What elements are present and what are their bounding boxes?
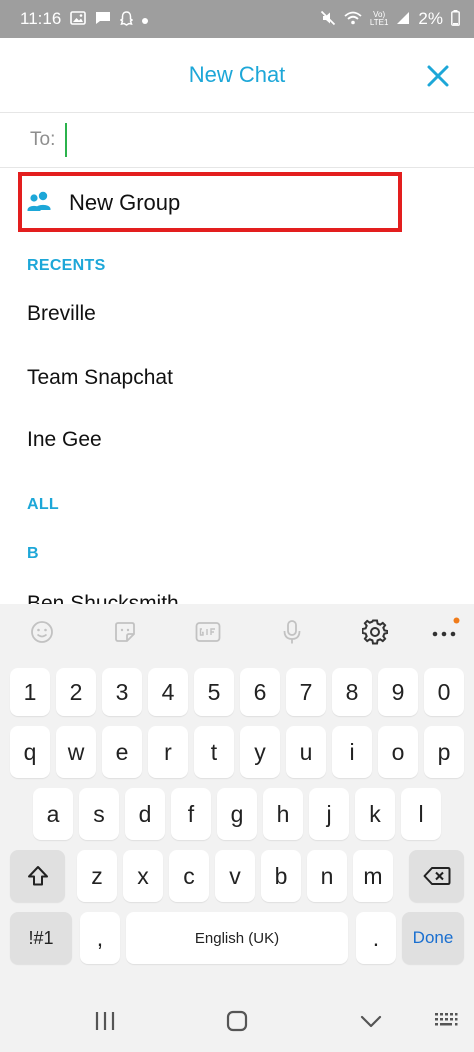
status-bar: 11:16 Vo) LTE1 2% — [0, 0, 474, 38]
key-3[interactable]: 3 — [102, 668, 142, 716]
more-icon — [432, 617, 460, 637]
voice-input-button[interactable] — [277, 617, 307, 647]
key-x[interactable]: x — [123, 850, 163, 902]
keyboard-icon — [435, 1013, 458, 1026]
header: New Chat — [0, 38, 474, 112]
period-key[interactable]: . — [356, 912, 396, 964]
key-u[interactable]: u — [286, 726, 326, 778]
snapchat-ghost-icon — [119, 10, 134, 28]
key-d[interactable]: d — [125, 788, 165, 840]
to-row: To: — [0, 113, 474, 167]
to-label: To: — [30, 129, 56, 150]
key-h[interactable]: h — [263, 788, 303, 840]
close-icon — [427, 65, 449, 87]
key-8[interactable]: 8 — [332, 668, 372, 716]
microphone-icon — [283, 620, 301, 644]
key-s[interactable]: s — [79, 788, 119, 840]
close-button[interactable] — [424, 62, 452, 90]
sticker-icon — [115, 622, 135, 642]
new-group-label: New Group — [69, 190, 181, 215]
home-icon — [226, 1010, 248, 1032]
key-m[interactable]: m — [353, 850, 393, 902]
key-o[interactable]: o — [378, 726, 418, 778]
sticker-button[interactable] — [110, 617, 140, 647]
key-4[interactable]: 4 — [148, 668, 188, 716]
key-q[interactable]: q — [10, 726, 50, 778]
done-key[interactable]: Done — [402, 912, 464, 964]
recent-apps-icon — [95, 1012, 115, 1030]
contact-item[interactable]: Team Snapchat — [27, 366, 173, 390]
notification-dot-icon — [142, 12, 149, 26]
backspace-key[interactable] — [409, 850, 464, 902]
key-b[interactable]: b — [261, 850, 301, 902]
key-9[interactable]: 9 — [378, 668, 418, 716]
emoji-icon — [31, 621, 53, 643]
gif-icon — [195, 622, 221, 642]
key-z[interactable]: z — [77, 850, 117, 902]
key-l[interactable]: l — [401, 788, 441, 840]
keyboard-toolbar — [0, 604, 474, 660]
network-type: Vo) LTE1 — [370, 11, 389, 27]
navigation-bar — [0, 996, 474, 1052]
key-g[interactable]: g — [217, 788, 257, 840]
key-y[interactable]: y — [240, 726, 280, 778]
keyboard-switch-button[interactable] — [434, 1010, 458, 1032]
backspace-icon — [423, 867, 450, 885]
contact-item[interactable]: Breville — [27, 302, 96, 326]
new-group-button[interactable]: New Group — [18, 172, 402, 232]
emoji-button[interactable] — [27, 617, 57, 647]
page-title: New Chat — [188, 62, 286, 87]
home-button[interactable] — [226, 1010, 248, 1032]
key-r[interactable]: r — [148, 726, 188, 778]
key-k[interactable]: k — [355, 788, 395, 840]
mute-icon — [320, 10, 336, 28]
key-c[interactable]: c — [169, 850, 209, 902]
wifi-icon — [344, 11, 362, 27]
key-t[interactable]: t — [194, 726, 234, 778]
key-n[interactable]: n — [307, 850, 347, 902]
section-header-letter: B — [27, 545, 39, 562]
section-header-all: ALL — [27, 496, 60, 513]
signal-icon — [396, 11, 410, 27]
to-divider — [0, 167, 474, 168]
key-a[interactable]: a — [33, 788, 73, 840]
back-button[interactable] — [359, 1010, 383, 1032]
key-i[interactable]: i — [332, 726, 372, 778]
keyboard: 1 2 3 4 5 6 7 8 9 0 q w e r t y u i o p … — [0, 604, 474, 1052]
message-icon — [95, 11, 111, 27]
key-v[interactable]: v — [215, 850, 255, 902]
key-j[interactable]: j — [309, 788, 349, 840]
keyboard-settings-button[interactable] — [360, 617, 390, 647]
shift-key[interactable] — [10, 850, 65, 902]
battery-percent: 2% — [418, 9, 443, 28]
more-options-button[interactable] — [430, 617, 460, 647]
comma-key[interactable]: , — [80, 912, 120, 964]
recent-apps-button[interactable] — [93, 1010, 117, 1032]
gif-button[interactable] — [193, 617, 223, 647]
key-6[interactable]: 6 — [240, 668, 280, 716]
key-5[interactable]: 5 — [194, 668, 234, 716]
contact-item[interactable]: Ine Gee — [27, 428, 102, 452]
group-icon — [27, 191, 51, 211]
key-1[interactable]: 1 — [10, 668, 50, 716]
key-2[interactable]: 2 — [56, 668, 96, 716]
battery-icon — [451, 10, 460, 28]
chevron-down-icon — [360, 1015, 382, 1028]
network-label-bottom: LTE1 — [369, 18, 389, 27]
key-0[interactable]: 0 — [424, 668, 464, 716]
gallery-icon — [70, 11, 87, 27]
key-w[interactable]: w — [56, 726, 96, 778]
symbols-key[interactable]: !#1 — [10, 912, 72, 964]
shift-icon — [27, 866, 48, 886]
status-time: 11:16 — [20, 9, 62, 28]
section-header-recents: RECENTS — [27, 257, 106, 274]
recipient-input[interactable] — [65, 123, 446, 157]
space-key[interactable]: English (UK) — [126, 912, 348, 964]
key-7[interactable]: 7 — [286, 668, 326, 716]
gear-icon — [362, 619, 388, 645]
key-e[interactable]: e — [102, 726, 142, 778]
key-f[interactable]: f — [171, 788, 211, 840]
key-p[interactable]: p — [424, 726, 464, 778]
